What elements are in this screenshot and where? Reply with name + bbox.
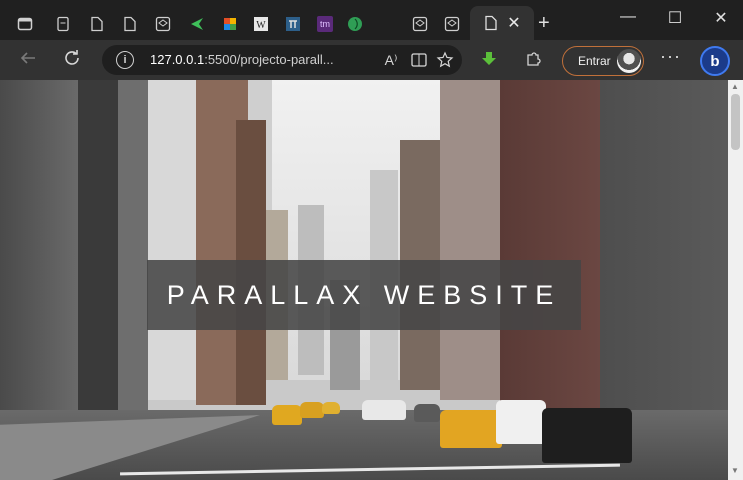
scrollbar-thumb[interactable] [731,94,740,150]
tab[interactable] [217,10,243,38]
avatar [617,49,641,73]
tab[interactable] [84,10,110,38]
reload-icon [65,50,79,65]
svg-text:W: W [256,20,266,31]
scroll-down-icon[interactable]: ▼ [731,466,739,475]
tab[interactable]: tm [312,10,338,38]
site-info-icon[interactable]: i [116,51,134,69]
immersive-reader-icon[interactable] [410,51,428,69]
maximize-button[interactable]: ☐ [660,8,690,28]
tab-actions-button[interactable] [12,10,38,38]
tab[interactable]: W [248,10,274,38]
codepen-icon [155,16,171,32]
tab[interactable] [50,10,76,38]
signin-label: Entrar [578,54,611,68]
hero-title: PARALLAX WEBSITE [166,279,562,310]
codepen-icon [412,16,428,32]
page-icon [55,16,71,32]
tab[interactable] [280,10,306,38]
pi-icon [285,16,301,32]
tab[interactable] [439,10,465,38]
leaf-icon [347,16,363,32]
back-arrow-icon [20,52,35,64]
scroll-up-icon[interactable]: ▲ [731,82,739,91]
download-icon[interactable] [480,50,498,68]
url-text: 127.0.0.1:5500/projecto-parall... [150,52,334,67]
tab-strip: W tm ✕ + — ☐ ✕ [0,0,743,40]
new-tab-button[interactable]: + [538,12,550,35]
address-bar[interactable]: i 127.0.0.1:5500/projecto-parall... A⁾ [102,45,462,75]
close-window-button[interactable]: ✕ [706,8,736,28]
page-icon [89,16,105,32]
reload-button[interactable] [62,48,82,73]
tab[interactable] [117,10,143,38]
tab[interactable] [407,10,433,38]
bing-copilot-icon[interactable]: b [700,46,730,76]
green-arrow-icon [189,16,205,32]
tab[interactable] [150,10,176,38]
tab[interactable] [342,10,368,38]
profile-signin-button[interactable]: Entrar [562,46,644,76]
tab-active[interactable]: ✕ [470,6,534,40]
w-icon: W [253,16,269,32]
hero-title-box: PARALLAX WEBSITE [147,260,581,330]
close-tab-icon[interactable]: ✕ [507,13,520,33]
tm-icon: tm [317,16,333,32]
page-icon [483,15,499,31]
settings-more-icon[interactable]: ··· [660,46,681,67]
extensions-icon[interactable] [524,50,542,68]
favorite-add-icon[interactable] [436,51,454,69]
url-path: :5500/projecto-parall... [204,52,334,67]
colorful-icon [222,16,238,32]
url-host: 127.0.0.1 [150,52,205,67]
vertical-scrollbar[interactable]: ▲ ▼ [728,80,743,480]
page-viewport: PARALLAX WEBSITE [0,80,728,480]
tab[interactable] [184,10,210,38]
read-aloud-icon[interactable]: A⁾ [382,51,400,69]
tab-actions-icon [17,16,33,32]
minimize-button[interactable]: — [613,8,643,26]
codepen-icon [444,16,460,32]
browser-toolbar: i 127.0.0.1:5500/projecto-parall... A⁾ E… [0,40,743,80]
page-icon [122,16,138,32]
back-button[interactable] [18,48,38,73]
